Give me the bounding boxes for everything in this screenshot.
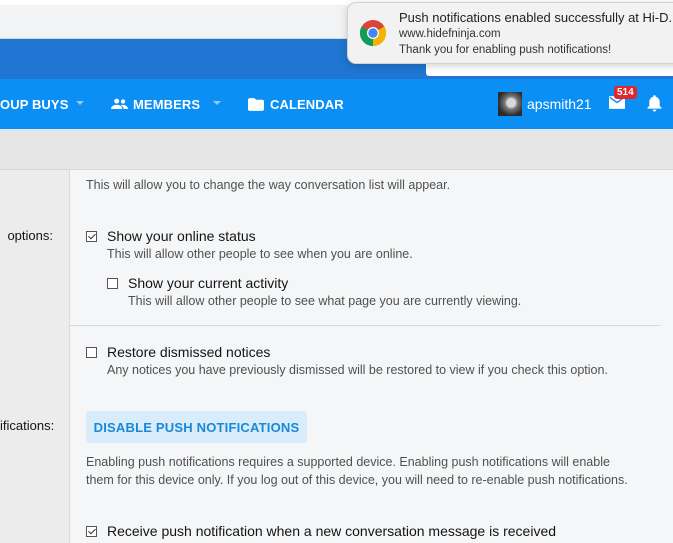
restore-notices-label: Restore dismissed notices: [107, 344, 271, 360]
online-status-label: Show your online status: [107, 228, 256, 244]
inbox-count-badge: 514: [614, 86, 637, 99]
notification-site: www.hidefninja.com: [399, 28, 501, 40]
divider: [70, 325, 660, 326]
nav-group-buys[interactable]: OUP BUYS: [0, 79, 68, 129]
receive-push-checkbox-row[interactable]: Receive push notification when a new con…: [86, 523, 556, 539]
notification-title: Push notifications enabled successfully …: [399, 10, 673, 25]
restore-notices-checkbox-row[interactable]: Restore dismissed notices: [86, 344, 270, 360]
nav-calendar[interactable]: CALENDAR: [248, 79, 344, 129]
options-label: options:: [7, 228, 53, 243]
push-info-line-1: Enabling push notifications requires a s…: [86, 455, 610, 469]
current-activity-checkbox[interactable]: [107, 277, 118, 289]
push-notification-popup[interactable]: Push notifications enabled successfully …: [347, 2, 673, 64]
nav-members[interactable]: MEMBERS: [111, 79, 200, 129]
current-activity-label: Show your current activity: [128, 275, 289, 291]
main-nav: OUP BUYS MEMBERS CALENDAR apsmith21: [0, 79, 673, 129]
chrome-icon: [359, 20, 387, 47]
restore-notices-hint: Any notices you have previously dismisse…: [107, 363, 608, 377]
online-status-checkbox[interactable]: [86, 230, 97, 242]
sub-nav: [0, 129, 673, 170]
online-status-checkbox-row[interactable]: Show your online status: [86, 228, 256, 244]
chevron-down-icon[interactable]: [76, 101, 84, 105]
restore-notices-checkbox[interactable]: [86, 346, 97, 358]
settings-label-column: [0, 170, 70, 543]
username: apsmith21: [527, 96, 592, 112]
nav-members-label: MEMBERS: [133, 96, 201, 112]
current-activity-hint: This will allow other people to see what…: [128, 294, 522, 308]
online-status-hint: This will allow other people to see when…: [107, 247, 413, 261]
bell-icon[interactable]: [647, 95, 662, 112]
disable-push-notifications-button[interactable]: DISABLE PUSH NOTIFICATIONS: [86, 411, 307, 443]
receive-push-checkbox[interactable]: [86, 525, 97, 537]
current-activity-checkbox-row[interactable]: Show your current activity: [107, 275, 288, 291]
notification-message: Thank you for enabling push notification…: [399, 44, 612, 56]
notifications-label: ifications:: [0, 418, 55, 433]
user-menu[interactable]: apsmith21: [498, 91, 592, 117]
nav-calendar-label: CALENDAR: [270, 96, 344, 112]
push-info-line-2: them for this device only. If you log ou…: [86, 473, 628, 487]
members-icon: [111, 98, 128, 109]
list-hint: This will allow you to change the way co…: [86, 178, 451, 192]
nav-group-buys-label: OUP BUYS: [0, 96, 69, 112]
folder-icon: [248, 97, 264, 111]
avatar: [498, 92, 522, 116]
chevron-down-icon[interactable]: [213, 101, 221, 105]
receive-push-label: Receive push notification when a new con…: [107, 523, 557, 539]
